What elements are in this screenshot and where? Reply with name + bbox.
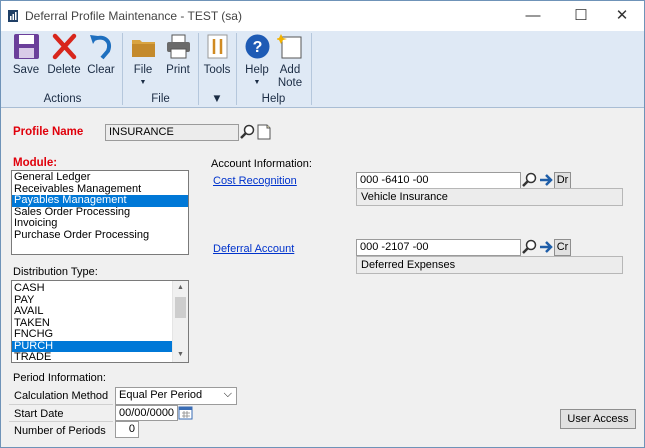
file-menu-button[interactable]: File ▼	[123, 31, 163, 93]
deferral-account-dr-cr-button[interactable]: Cr	[554, 239, 571, 256]
distribution-list-item[interactable]: TRADE	[12, 351, 173, 362]
tools-icon	[207, 34, 228, 59]
module-listbox[interactable]: General Ledger Receivables Management Paya…	[11, 170, 189, 255]
profile-name-label: Profile Name	[13, 126, 84, 138]
delete-icon	[52, 33, 77, 60]
period-information-label: Period Information:	[13, 372, 106, 384]
print-button[interactable]: Print	[158, 31, 198, 93]
distribution-list-item[interactable]: FNCHG	[12, 328, 173, 341]
distribution-type-listbox[interactable]: CASH PAY AVAIL TAKEN FNCHG PURCH TRADE ▲ ▼	[11, 280, 189, 363]
minimize-button[interactable]: —	[510, 1, 556, 31]
file-group-label: File	[151, 93, 170, 105]
ribbon-separator	[311, 33, 312, 105]
distribution-items: CASH PAY AVAIL TAKEN FNCHG PURCH TRADE	[12, 281, 173, 362]
calendar-icon[interactable]	[178, 405, 194, 421]
deferral-account-link[interactable]: Deferral Account	[213, 243, 294, 255]
file-dropdown-arrow: ▼	[139, 79, 147, 86]
maximize-button[interactable]: ☐	[558, 1, 604, 31]
user-access-button[interactable]: User Access	[560, 409, 636, 429]
cost-recognition-account-field[interactable]: 000 -6410 -00	[356, 172, 521, 189]
title-bar: Deferral Profile Maintenance - TEST (sa)…	[1, 1, 644, 31]
help-group-label: Help	[261, 93, 286, 105]
cost-recognition-link[interactable]: Cost Recognition	[213, 175, 297, 187]
module-list-item[interactable]: Invoicing	[12, 217, 188, 230]
help-icon: ?	[245, 34, 270, 59]
scroll-thumb[interactable]	[175, 297, 186, 318]
app-icon	[8, 10, 18, 22]
save-label: Save	[12, 64, 40, 76]
tools-label: Tools	[203, 64, 231, 76]
close-button[interactable]: ✕	[599, 1, 645, 31]
actions-group-label: Actions	[43, 93, 82, 105]
start-date-field[interactable]: 00/00/0000	[115, 405, 178, 421]
module-list-item[interactable]: General Ledger	[12, 171, 188, 184]
cost-recognition-goto-arrow-icon[interactable]	[538, 172, 554, 188]
period-row-divider	[9, 421, 113, 422]
folder-icon	[132, 40, 155, 57]
add-note-label-line2: Note	[277, 77, 303, 89]
lookup-icon[interactable]	[240, 124, 256, 140]
distribution-list-item[interactable]: AVAIL	[12, 305, 173, 318]
deferral-profile-window: Deferral Profile Maintenance - TEST (sa)…	[0, 0, 645, 448]
tools-menu-button[interactable]: Tools	[197, 31, 237, 93]
number-of-periods-field[interactable]: 0	[115, 421, 139, 438]
deferral-account-description: Deferred Expenses	[356, 256, 623, 274]
add-note-icon	[277, 34, 302, 59]
svg-text:?: ?	[253, 39, 263, 56]
printer-icon	[167, 34, 190, 59]
module-list-item[interactable]: Purchase Order Processing	[12, 229, 188, 242]
calculation-method-value: Equal Per Period	[119, 389, 203, 401]
note-icon[interactable]	[256, 124, 272, 140]
deferral-account-goto-arrow-icon[interactable]	[538, 239, 554, 255]
scroll-down-arrow[interactable]: ▼	[173, 348, 188, 362]
form-body: Profile Name INSURANCE Module: General L…	[1, 109, 644, 447]
distribution-type-label: Distribution Type:	[13, 266, 98, 278]
calculation-method-label: Calculation Method	[14, 390, 109, 402]
add-note-button[interactable]: Add Note	[270, 31, 310, 93]
delete-button[interactable]: Delete	[44, 31, 84, 93]
period-row-divider	[9, 404, 113, 405]
cost-recognition-dr-cr-button[interactable]: Dr	[554, 172, 571, 189]
delete-label: Delete	[47, 64, 81, 76]
add-note-label-line1: Add	[279, 64, 301, 76]
distribution-scrollbar[interactable]: ▲ ▼	[172, 281, 188, 362]
cost-recognition-description: Vehicle Insurance	[356, 188, 623, 206]
ribbon-toolbar: Save Delete Clear Actions File ▼ Print F…	[1, 31, 644, 108]
calculation-method-dropdown[interactable]: Equal Per Period ⌵	[115, 387, 237, 405]
save-button[interactable]: Save	[6, 31, 46, 93]
number-of-periods-label: Number of Periods	[14, 425, 106, 437]
cost-recognition-lookup-icon[interactable]	[522, 172, 538, 188]
account-information-label: Account Information:	[211, 158, 312, 170]
clear-button[interactable]: Clear	[81, 31, 121, 93]
deferral-account-field[interactable]: 000 -2107 -00	[356, 239, 521, 256]
distribution-list-item[interactable]: CASH	[12, 282, 173, 295]
profile-name-field[interactable]: INSURANCE	[105, 124, 239, 141]
add-note-label: Add Note	[270, 64, 310, 90]
window-title: Deferral Profile Maintenance - TEST (sa)	[25, 9, 242, 23]
module-list-item[interactable]: Payables Management	[12, 194, 188, 207]
chevron-down-icon: ⌵	[223, 388, 232, 400]
deferral-account-lookup-icon[interactable]	[522, 239, 538, 255]
file-label: File	[133, 64, 153, 76]
print-label: Print	[166, 64, 190, 76]
scroll-up-arrow[interactable]: ▲	[173, 281, 188, 295]
tools-group-arrow: ▼	[211, 93, 223, 105]
undo-icon	[90, 35, 111, 60]
save-icon	[14, 34, 39, 59]
module-label: Module:	[13, 157, 58, 169]
start-date-label: Start Date	[14, 408, 64, 420]
clear-label: Clear	[87, 64, 115, 76]
